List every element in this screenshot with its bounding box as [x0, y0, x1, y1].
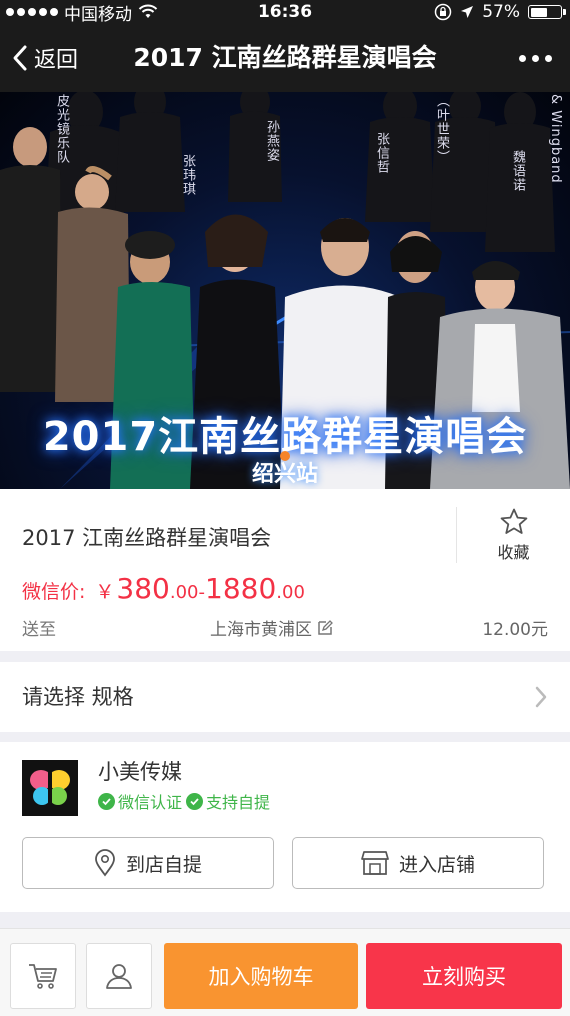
shipping-fee: 12.00元 [482, 620, 548, 640]
enter-shop-button[interactable]: 进入店铺 [292, 837, 544, 889]
store-pickup-label: 到店自提 [125, 853, 202, 876]
edit-icon [318, 619, 333, 635]
price-min-integer: 380 [116, 572, 170, 605]
product-info: 2017 江南丝路群星演唱会 收藏 微信价: ￥ 380 .00 - 1880 … [0, 489, 570, 651]
more-dot-icon [519, 54, 526, 62]
check-circle-icon [98, 792, 115, 810]
cart-icon [29, 964, 57, 989]
price-currency: ￥ [95, 581, 115, 603]
store-pickup-button[interactable]: 到店自提 [22, 837, 274, 889]
spec-selector[interactable]: 请选择 规格 [0, 662, 570, 732]
favorite-button[interactable]: 收藏 [456, 507, 570, 563]
shop-badges: 微信认证 支持自提 [98, 789, 270, 813]
favorite-label: 收藏 [497, 543, 530, 562]
banner-name-tag: （叶世荣） [434, 94, 449, 164]
shop-card: 小美传媒 微信认证 支持自提 到店自提 进入店铺 [0, 742, 570, 912]
back-button[interactable]: 返回 [10, 24, 78, 92]
banner-name-tag: 孙燕姿 [264, 120, 279, 162]
status-bar: 中国移动 16:36 57% [0, 0, 570, 25]
cart-button[interactable] [10, 943, 76, 1009]
bottom-action-bar: 加入购物车 立刻购买 [0, 928, 570, 1016]
carousel-indicator [280, 451, 290, 461]
more-menu-button[interactable] [519, 24, 552, 92]
butterfly-logo-icon [30, 770, 70, 805]
user-button[interactable] [86, 943, 152, 1009]
pickup-badge-label: 支持自提 [206, 793, 271, 812]
banner-name-tag: 皮光镜乐队 [54, 94, 69, 164]
banner-name-tag: 张信哲 [374, 132, 389, 174]
status-right: 57% [434, 0, 566, 24]
location-icon [461, 6, 474, 18]
back-label: 返回 [34, 48, 79, 73]
shipping-row: 送至 上海市黄浦区 12.00元 [22, 615, 548, 640]
ship-to-label: 送至 [22, 620, 56, 640]
add-to-cart-button[interactable]: 加入购物车 [164, 943, 358, 1009]
verified-badge: 微信认证 [98, 789, 182, 813]
product-name: 2017 江南丝路群星演唱会 [22, 526, 272, 550]
verified-badge-label: 微信认证 [118, 793, 183, 812]
user-icon [106, 964, 132, 989]
banner-name-tag: 魏语诺 [510, 150, 525, 192]
banner-name-tag: & Wingband [548, 94, 563, 184]
star-icon [500, 508, 527, 534]
more-dot-icon [545, 54, 552, 62]
price-row: 微信价: ￥ 380 .00 - 1880 .00 [22, 572, 305, 605]
shop-logo[interactable] [22, 760, 78, 816]
battery-icon [528, 5, 566, 19]
shipping-address-text: 上海市黄浦区 [210, 620, 312, 640]
battery-percent: 57% [482, 2, 520, 22]
nav-bar: 返回 2017 江南丝路群星演唱会 [0, 24, 570, 92]
map-pin-icon [95, 849, 115, 877]
price-max-decimal: .00 [276, 582, 305, 603]
store-icon [361, 851, 389, 875]
chevron-right-icon [535, 686, 547, 708]
check-circle-icon [186, 792, 204, 810]
more-dot-icon [532, 54, 539, 62]
page-title: 2017 江南丝路群星演唱会 [133, 43, 437, 72]
enter-shop-label: 进入店铺 [398, 853, 475, 876]
buy-now-button[interactable]: 立刻购买 [366, 943, 562, 1009]
pickup-badge: 支持自提 [186, 789, 270, 813]
spec-label: 请选择 规格 [22, 685, 134, 709]
chevron-left-icon [13, 45, 27, 71]
banner-name-tag: 张玮琪 [180, 154, 195, 196]
price-min-decimal: .00 [169, 582, 199, 603]
rotation-lock-icon [434, 3, 452, 21]
shipping-address[interactable]: 上海市黄浦区 [210, 615, 334, 640]
shop-name[interactable]: 小美传媒 [98, 756, 182, 786]
price-max-integer: 1880 [205, 572, 277, 605]
event-banner[interactable]: 皮光镜乐队 张玮琪 孙燕姿 张信哲 （叶世荣） 魏语诺 & Wingband 2… [0, 92, 570, 489]
price-label: 微信价: [22, 581, 86, 603]
